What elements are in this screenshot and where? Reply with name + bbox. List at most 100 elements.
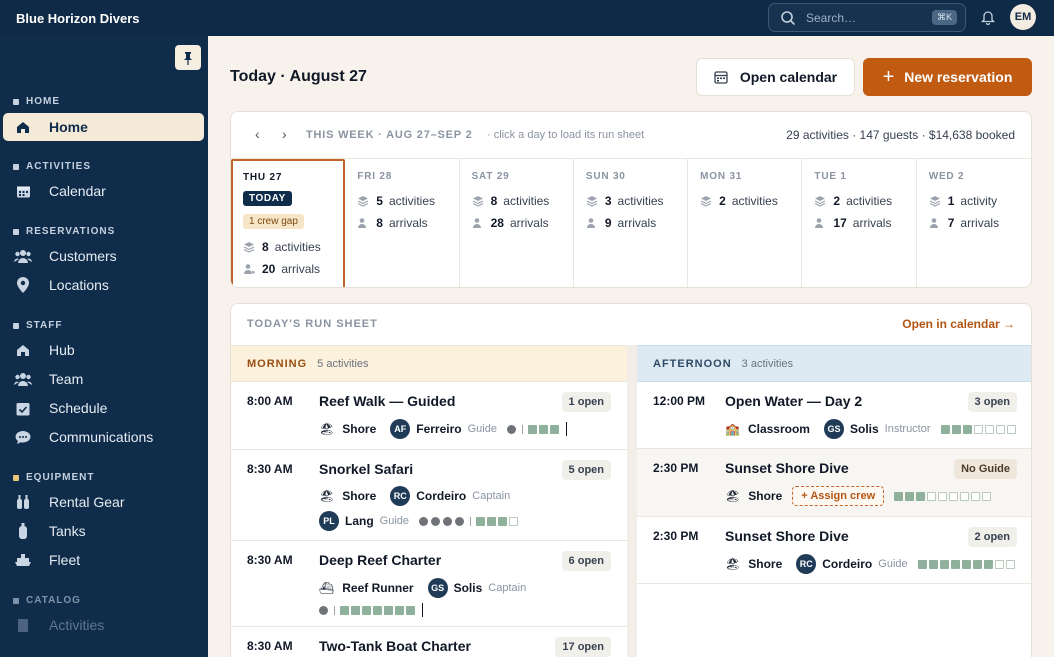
activity-row[interactable]: 8:30 AM Deep Reef Charter 6 open ⛴ Reef R… xyxy=(231,541,627,627)
avatar: GS xyxy=(823,419,844,439)
activity-name: Deep Reef Charter xyxy=(319,552,442,568)
activity-name: Snorkel Safari xyxy=(319,461,414,477)
team-icon xyxy=(14,370,32,388)
sidebar-item-catalog-activities[interactable]: Activities xyxy=(3,611,204,639)
arrivals-icon xyxy=(358,218,367,228)
beach-icon: 🏖 xyxy=(725,489,741,503)
calendar-icon xyxy=(14,182,32,200)
arrivals-icon xyxy=(244,264,255,274)
avatar: AF xyxy=(390,419,411,439)
activity-row[interactable]: 2:30 PM Sunset Shore Dive 2 open 🏖 Shore … xyxy=(637,517,1031,584)
bell-icon[interactable] xyxy=(980,9,996,25)
sidebar-item-fleet[interactable]: Fleet xyxy=(3,546,204,574)
day-sun-30[interactable]: SUN 30 3 activities 9 arrivals xyxy=(574,159,689,287)
new-reservation-button[interactable]: + New reservation xyxy=(863,58,1032,96)
sidebar-item-rental-gear[interactable]: Rental Gear xyxy=(3,488,204,516)
open-in-calendar-link[interactable]: Open in calendar → xyxy=(902,317,1015,331)
activity-name: Reef Walk — Guided xyxy=(319,393,456,409)
stack-icon xyxy=(815,196,826,207)
day-name: THU 27 xyxy=(243,172,283,183)
activity-name: Two-Tank Boat Charter xyxy=(319,638,471,654)
week-overview: ‹ › THIS WEEK · AUG 27–SEP 2 · click a d… xyxy=(230,111,1032,288)
search-box[interactable]: Search… ⌘K xyxy=(768,3,966,32)
sidebar-item-communications[interactable]: Communications xyxy=(3,423,204,451)
status-badge: 6 open xyxy=(561,551,611,571)
status-badge: No Guide xyxy=(954,459,1017,479)
classroom-icon: 🏫 xyxy=(725,422,740,436)
sidebar-item-tanks[interactable]: Tanks xyxy=(3,517,204,545)
day-mon-31[interactable]: MON 31 2 activities xyxy=(688,159,803,287)
status-badge: 5 open xyxy=(561,460,611,480)
pin-icon xyxy=(184,51,192,65)
stack-icon xyxy=(243,242,255,253)
section-activities: ACTIVITIES xyxy=(13,161,91,172)
users-icon xyxy=(14,247,32,265)
run-sheet-title: TODAY'S RUN SHEET xyxy=(247,318,378,330)
brand-name: Blue Horizon Divers xyxy=(16,10,140,26)
sidebar: HOME Home ACTIVITIES Calendar RESERVATIO… xyxy=(0,36,208,657)
run-sheet: TODAY'S RUN SHEET Open in calendar → MOR… xyxy=(230,303,1032,657)
day-thu-27[interactable]: THU 27 TODAY 1 crew gap 8 activities 20 ar… xyxy=(231,159,346,287)
sidebar-item-home[interactable]: Home xyxy=(3,113,204,141)
sidebar-item-locations[interactable]: Locations xyxy=(3,271,204,299)
week-summary: 29 activities · 147 guests · $14,638 boo… xyxy=(786,128,1015,142)
section-reservations: RESERVATIONS xyxy=(13,226,115,237)
column-divider xyxy=(627,345,637,657)
status-badge: 17 open xyxy=(555,637,611,657)
next-week-button[interactable]: › xyxy=(282,126,287,142)
arrivals-icon xyxy=(472,218,481,228)
calendar-icon xyxy=(714,71,728,84)
day-fri-28[interactable]: FRI 28 5 activities 8 arrivals xyxy=(345,159,460,287)
sidebar-item-calendar[interactable]: Calendar xyxy=(3,177,204,205)
gear-status xyxy=(419,516,520,526)
map-pin-icon xyxy=(14,276,32,294)
section-staff: STAFF xyxy=(13,320,62,331)
activity-name: Sunset Shore Dive xyxy=(725,528,849,544)
stack-icon xyxy=(358,196,369,207)
boat-icon xyxy=(14,551,32,569)
activity-row[interactable]: 8:00 AM Reef Walk — Guided 1 open 🏖 Shore… xyxy=(231,382,627,450)
arrivals-icon xyxy=(815,218,824,228)
open-calendar-button[interactable]: Open calendar xyxy=(696,58,855,96)
activity-row[interactable]: 12:00 PM Open Water — Day 2 3 open 🏫 Clas… xyxy=(637,382,1031,449)
search-shortcut: ⌘K xyxy=(931,10,957,25)
sidebar-item-hub[interactable]: Hub xyxy=(3,336,204,364)
sidebar-item-customers[interactable]: Customers xyxy=(3,242,204,270)
status-badge: 2 open xyxy=(967,527,1017,547)
activity-row[interactable]: 2:30 PM Sunset Shore Dive No Guide 🏖 Shor… xyxy=(637,449,1031,517)
prev-week-button[interactable]: ‹ xyxy=(255,126,260,142)
activities-stack-icon xyxy=(14,616,32,634)
avatar: GS xyxy=(427,578,448,598)
avatar: RC xyxy=(390,486,411,506)
today-badge: TODAY xyxy=(243,191,292,206)
day-sat-29[interactable]: SAT 29 8 activities 28 arrivals xyxy=(460,159,574,287)
gear-bag-icon xyxy=(14,493,32,511)
stack-icon xyxy=(586,196,598,207)
pin-sidebar-button[interactable] xyxy=(175,45,201,70)
beach-icon: 🏖 xyxy=(725,557,741,571)
section-catalog: CATALOG xyxy=(13,595,81,606)
tank-icon xyxy=(14,522,32,540)
activity-row[interactable]: 8:30 AM Two-Tank Boat Charter 17 open xyxy=(231,627,627,657)
day-wed-2[interactable]: WED 2 1 activity 7 arrivals xyxy=(917,159,1031,287)
activity-name: Sunset Shore Dive xyxy=(725,460,849,476)
beach-icon: 🏖 xyxy=(319,422,335,436)
week-header: ‹ › THIS WEEK · AUG 27–SEP 2 · click a d… xyxy=(231,112,1031,158)
home-icon xyxy=(14,118,32,136)
top-bar: Blue Horizon Divers Search… ⌘K EM xyxy=(0,0,1054,36)
status-badge: 1 open xyxy=(561,392,611,412)
avatar: RC xyxy=(796,554,817,574)
activity-row[interactable]: 8:30 AM Snorkel Safari 5 open 🏖 Shore RC C… xyxy=(231,450,627,541)
beach-icon: 🏖 xyxy=(319,489,335,503)
assign-crew-button[interactable]: + Assign crew xyxy=(792,486,885,506)
arrivals-icon xyxy=(929,218,938,228)
user-avatar[interactable]: EM xyxy=(1010,4,1036,30)
sidebar-item-schedule[interactable]: Schedule xyxy=(3,394,204,422)
gear-status xyxy=(506,422,572,436)
boat-icon: ⛴ xyxy=(319,581,335,595)
page-title: Today · August 27 xyxy=(230,68,367,85)
search-icon xyxy=(781,10,795,25)
day-tue-1[interactable]: TUE 1 2 activities 17 arrivals xyxy=(802,159,917,287)
hub-home-icon xyxy=(14,341,32,359)
sidebar-item-team[interactable]: Team xyxy=(3,365,204,393)
